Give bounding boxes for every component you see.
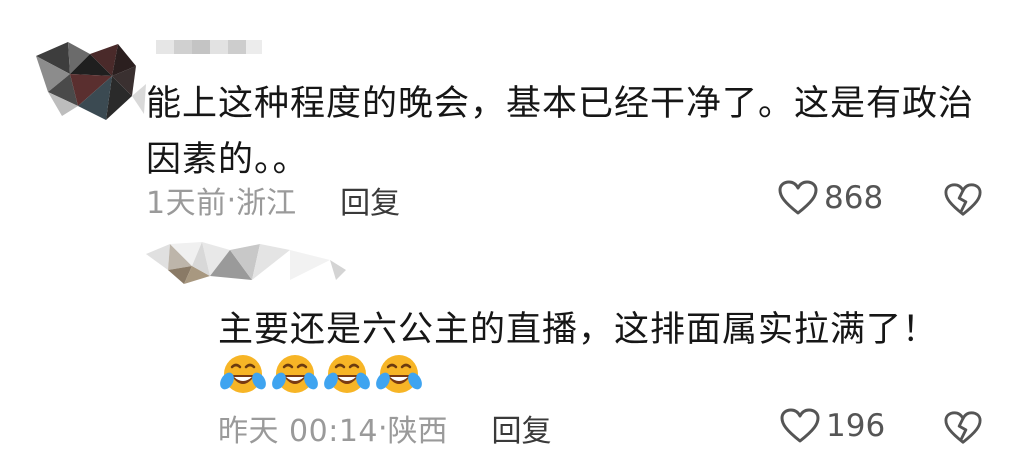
mosaic-avatar-image	[140, 240, 350, 286]
comment-location: 浙江	[236, 186, 297, 221]
broken-heart-icon	[944, 183, 982, 216]
comment-meta: 昨天 00:14 · 陕西 回复	[218, 406, 552, 450]
reply-button[interactable]: 回复	[340, 178, 400, 222]
reply-button[interactable]: 回复	[492, 406, 552, 450]
like-button[interactable]: 196	[780, 408, 885, 444]
laughing-crying-emoji-icon	[376, 355, 422, 393]
comment-text: 主要还是六公主的直播，这排面属实拉满了！	[218, 310, 939, 350]
meta-separator: ·	[226, 182, 237, 218]
dislike-button[interactable]	[944, 182, 982, 222]
username-blurred[interactable]	[156, 36, 266, 58]
avatar[interactable]	[140, 240, 350, 286]
meta-separator: ·	[378, 410, 388, 446]
like-count: 868	[824, 180, 884, 216]
comment-time: 昨天 00:14	[218, 414, 378, 449]
heart-outline-icon	[780, 408, 820, 443]
like-button[interactable]: 868	[778, 180, 883, 216]
comment-location: 陕西	[387, 414, 448, 449]
heart-outline-icon	[778, 180, 818, 215]
broken-heart-icon	[944, 411, 982, 444]
mosaic-avatar-image	[28, 36, 146, 122]
username-mosaic	[156, 40, 262, 54]
laughing-crying-emoji-icon	[272, 355, 318, 393]
like-count: 196	[826, 408, 886, 444]
laughing-crying-emoji-icon	[324, 355, 370, 393]
comment-text: 能上这种程度的晚会，基本已经干净了。这是有政治因素的。。	[146, 84, 975, 180]
comment-meta: 1天前 · 浙江 回复	[146, 178, 400, 222]
avatar[interactable]	[28, 36, 146, 122]
dislike-button[interactable]	[944, 410, 982, 450]
emoji-row	[218, 351, 422, 397]
laughing-crying-emoji-icon	[220, 355, 266, 393]
comment-time: 1天前	[146, 186, 227, 221]
